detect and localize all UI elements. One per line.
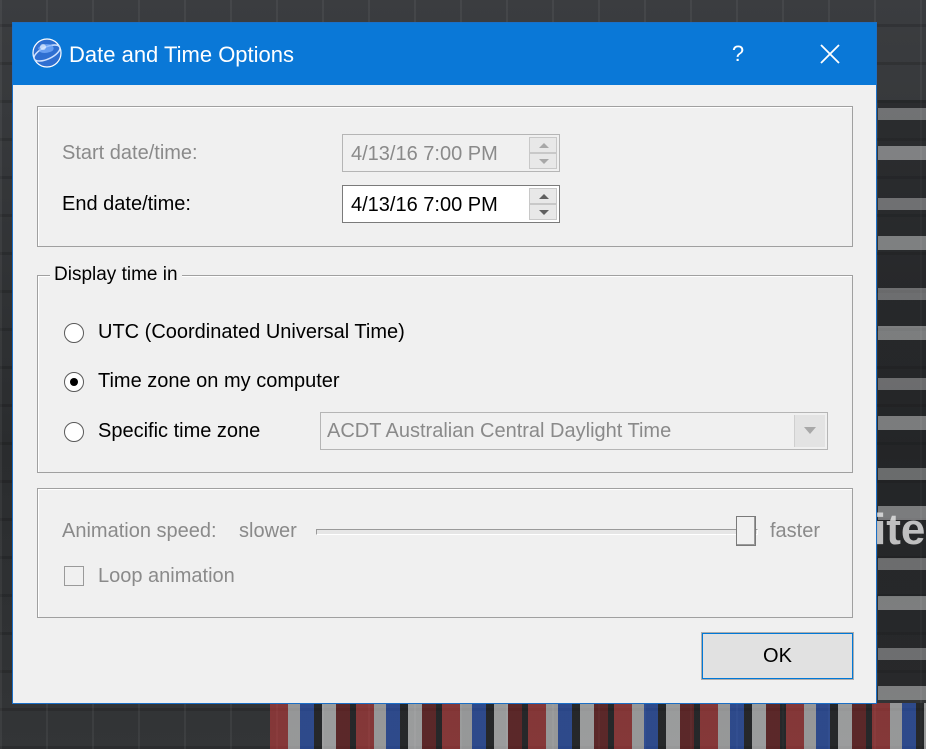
loop-animation-checkbox	[64, 566, 84, 586]
slower-label: slower	[239, 520, 297, 542]
local-time-label[interactable]: Time zone on my computer	[98, 370, 340, 393]
spin-down-icon	[529, 153, 557, 169]
help-button[interactable]: ?	[713, 23, 763, 85]
chevron-down-icon	[794, 415, 825, 447]
close-button[interactable]	[805, 23, 855, 85]
end-date-picker[interactable]: 4/13/16 7:00 PM	[342, 185, 560, 223]
start-date-picker: 4/13/16 7:00 PM	[342, 134, 560, 172]
utc-label[interactable]: UTC (Coordinated Universal Time)	[98, 321, 405, 344]
faster-label: faster	[770, 520, 821, 542]
ok-button[interactable]: OK	[701, 632, 854, 680]
timezone-value: ACDT Australian Central Daylight Time	[327, 420, 672, 442]
title-bar[interactable]: Date and Time Options ?	[13, 23, 876, 85]
background-parking-lot	[270, 703, 926, 749]
start-date-label: Start date/time:	[62, 142, 198, 164]
specific-timezone-label[interactable]: Specific time zone	[98, 420, 260, 443]
spin-up-icon[interactable]	[529, 188, 557, 204]
animation-speed-label: Animation speed:	[62, 520, 217, 542]
end-date-value[interactable]: 4/13/16 7:00 PM	[351, 194, 498, 217]
timezone-dropdown: ACDT Australian Central Daylight Time	[320, 412, 828, 450]
display-time-legend: Display time in	[50, 264, 182, 286]
specific-timezone-radio[interactable]	[64, 422, 84, 442]
animation-speed-slider	[736, 516, 756, 546]
local-time-radio[interactable]	[64, 372, 84, 392]
start-date-spinner	[529, 137, 557, 169]
spin-down-icon[interactable]	[529, 204, 557, 220]
spin-up-icon	[529, 137, 557, 153]
animation-group: Animation speed: slower faster Loop anim…	[37, 488, 853, 618]
date-range-group: Start date/time: 4/13/16 7:00 PM End dat…	[37, 106, 853, 247]
close-icon	[820, 44, 840, 64]
end-date-label: End date/time:	[62, 193, 191, 215]
date-time-options-dialog: Date and Time Options ? Start date/time:…	[12, 22, 877, 704]
loop-animation-label: Loop animation	[98, 565, 235, 587]
background-map-label: ite	[874, 505, 926, 554]
start-date-value: 4/13/16 7:00 PM	[351, 143, 498, 165]
utc-radio[interactable]	[64, 323, 84, 343]
display-time-group: Display time in UTC (Coordinated Univers…	[37, 264, 853, 473]
google-earth-globe-icon	[32, 38, 62, 68]
animation-speed-track	[316, 529, 758, 535]
background-parked-cars	[878, 100, 926, 700]
end-date-spinner[interactable]	[529, 188, 557, 220]
dialog-title: Date and Time Options	[69, 42, 295, 67]
